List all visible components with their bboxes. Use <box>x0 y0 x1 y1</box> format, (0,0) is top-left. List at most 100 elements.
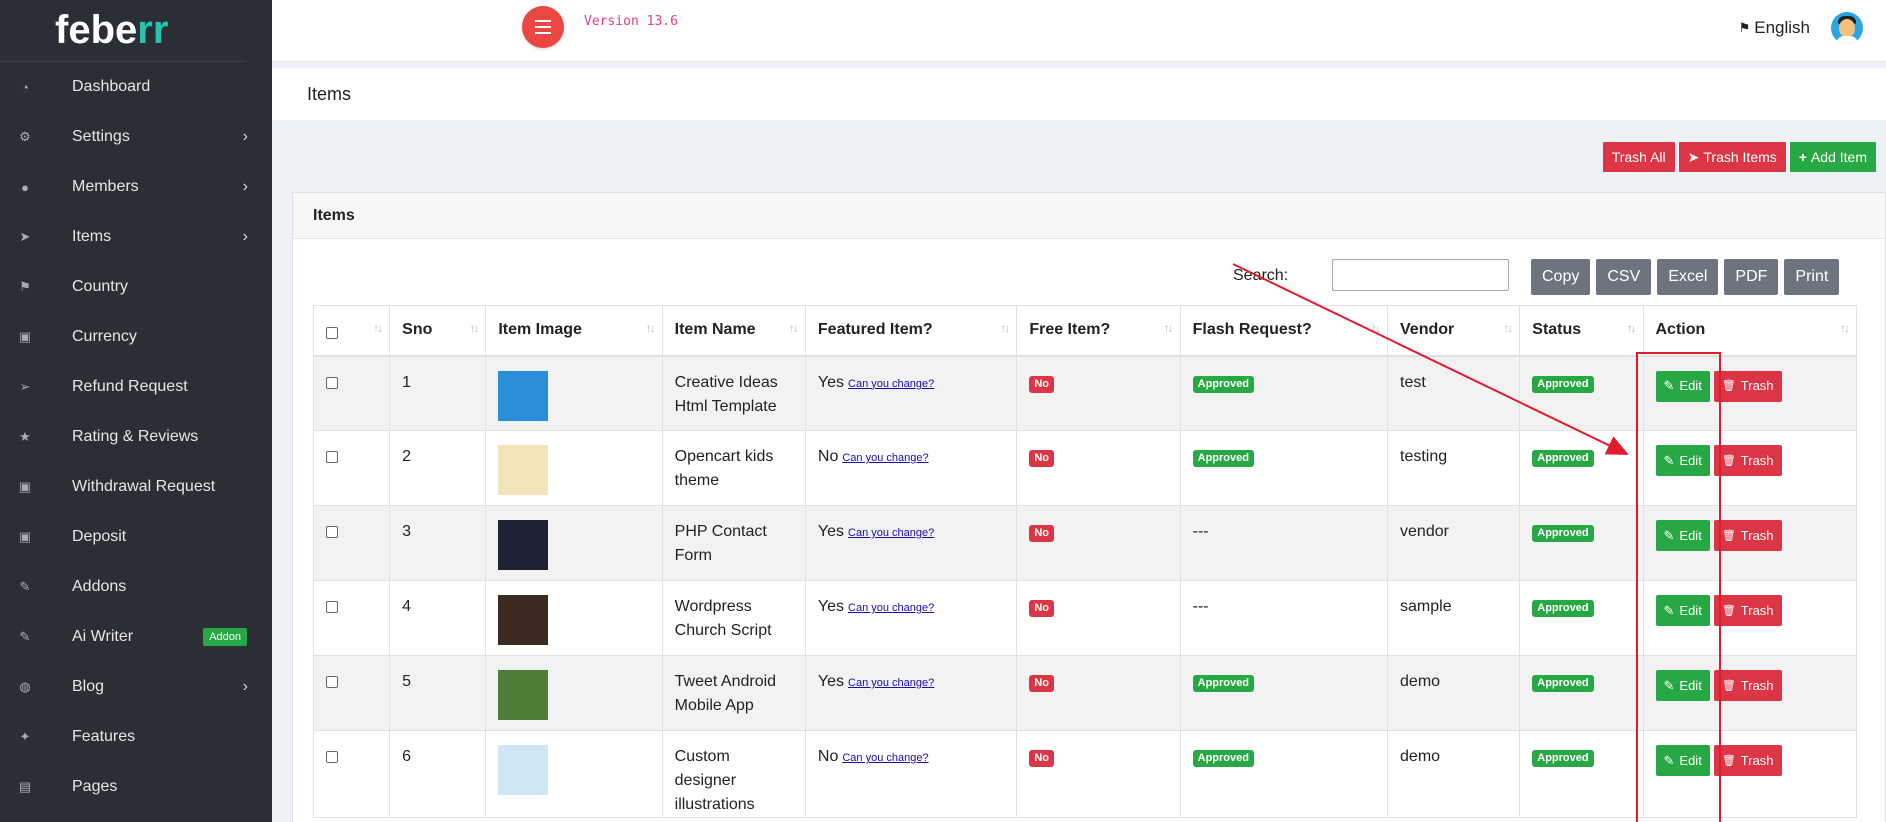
column-header-free-item[interactable]: Free Item? ↑↓ <box>1016 305 1181 357</box>
column-header-sno[interactable]: Sno ↑↓ <box>389 305 487 357</box>
item-thumbnail[interactable] <box>498 520 549 570</box>
money-icon: ▣ <box>18 479 32 494</box>
sidebar-item-items[interactable]: ➤ Items › <box>0 212 272 262</box>
gears-icon: ⚙ <box>19 129 31 144</box>
edit-icon: ✎ <box>19 629 31 644</box>
export-pdf-button[interactable]: PDF <box>1724 259 1779 295</box>
select-all-checkbox[interactable] <box>326 327 338 340</box>
trash-button[interactable]: 🗑 Trash <box>1713 670 1782 701</box>
money-icon: ▣ <box>18 529 32 544</box>
featured-value: Yes <box>817 523 845 540</box>
sidebar-item-blog[interactable]: ◍ Blog › <box>0 662 272 712</box>
flash-status-badge: Approved <box>1192 675 1254 692</box>
can-you-change-link[interactable]: Can you change? <box>842 752 928 764</box>
export-print-button[interactable]: Print <box>1784 259 1840 295</box>
trash-label: Trash <box>1740 752 1774 768</box>
row-checkbox[interactable] <box>326 751 338 763</box>
vendor-cell: test <box>1387 355 1521 431</box>
trash-button[interactable]: 🗑 Trash <box>1713 745 1782 776</box>
column-header-item-image[interactable]: Item Image ↑↓ <box>485 305 663 357</box>
status-badge: Approved <box>1532 675 1594 692</box>
sidebar-item-features[interactable]: ✦ Features <box>0 712 272 762</box>
trash-button[interactable]: 🗑 Trash <box>1713 520 1782 551</box>
trash-all-button[interactable]: Trash All <box>1602 142 1675 172</box>
sidebar-item-label: Dashboard <box>72 78 151 95</box>
trash-label: Trash <box>1740 527 1774 543</box>
item-thumbnail[interactable] <box>498 370 549 421</box>
sidebar-item-label: Items <box>72 228 112 245</box>
add-item-button[interactable]: + Add Item <box>1789 142 1876 172</box>
avatar[interactable] <box>1831 12 1863 44</box>
column-header-vendor[interactable]: Vendor ↑↓ <box>1387 305 1521 357</box>
free-item-cell: No <box>1016 655 1181 731</box>
export-csv-button[interactable]: CSV <box>1596 259 1652 295</box>
brand-logo[interactable]: febe rr <box>0 0 246 62</box>
can-you-change-link[interactable]: Can you change? <box>848 378 934 390</box>
column-header-flash-request[interactable]: Flash Request? ↑↓ <box>1179 305 1389 357</box>
column-header-item-name[interactable]: Item Name ↑↓ <box>661 305 806 357</box>
sidebar-item-ai-writer[interactable]: ✎ Ai Writer Addon <box>0 612 272 662</box>
vendor-cell: sample <box>1387 580 1521 656</box>
sort-icon: ↑↓ <box>1163 321 1174 335</box>
can-you-change-link[interactable]: Can you change? <box>848 677 934 689</box>
free-item-cell: No <box>1016 355 1181 431</box>
language-label: English <box>1754 18 1810 37</box>
row-checkbox[interactable] <box>326 451 338 463</box>
row-checkbox[interactable] <box>326 601 338 613</box>
sidebar-item-pages[interactable]: ▤ Pages <box>0 762 272 812</box>
row-select-cell <box>312 580 391 656</box>
trash-label: Trash <box>1740 602 1774 618</box>
sidebar-item-members[interactable]: ● Members › <box>0 162 272 212</box>
trash-button[interactable]: 🗑 Trash <box>1713 595 1782 626</box>
sidebar-item-deposit[interactable]: ▣ Deposit <box>0 512 272 562</box>
export-copy-button[interactable]: Copy <box>1531 259 1591 295</box>
export-buttons: Copy CSV Excel PDF Print <box>1531 259 1840 295</box>
item-image-cell <box>485 430 663 506</box>
sidebar-item-settings[interactable]: ⚙ Settings › <box>0 112 272 162</box>
trash-button[interactable]: 🗑 Trash <box>1713 370 1782 402</box>
item-thumbnail[interactable] <box>498 670 549 720</box>
row-checkbox[interactable] <box>326 526 338 538</box>
sidebar-item-currency[interactable]: ▣ Currency <box>0 312 272 362</box>
logo-text: febe <box>55 8 138 52</box>
item-thumbnail[interactable] <box>498 595 549 645</box>
sidebar-item-rating-reviews[interactable]: ★ Rating & Reviews <box>0 412 272 462</box>
logo-accent-text: rr <box>137 8 169 52</box>
can-you-change-link[interactable]: Can you change? <box>848 527 934 539</box>
star-icon: ★ <box>19 429 31 444</box>
item-name-cell: Wordpress Church Script <box>661 580 806 656</box>
row-checkbox[interactable] <box>326 676 338 688</box>
status-badge: Approved <box>1532 600 1594 617</box>
column-header-label: Flash Request? <box>1192 321 1312 339</box>
column-header-status[interactable]: Status ↑↓ <box>1519 305 1644 357</box>
item-thumbnail[interactable] <box>498 745 549 795</box>
trash-button[interactable]: 🗑 Trash <box>1713 445 1782 476</box>
table-row: 1 Creative Ideas Html Template Yes Can you … <box>312 355 1857 431</box>
row-select-cell <box>312 730 391 818</box>
column-header-featured-item[interactable]: Featured Item? ↑↓ <box>804 305 1018 357</box>
sidebar-item-addons[interactable]: ✎ Addons <box>0 562 272 612</box>
sidebar-item-country[interactable]: ⚑ Country <box>0 262 272 312</box>
table-row: 4 Wordpress Church Script Yes Can you chang… <box>312 580 1857 656</box>
sidebar-item-refund-request[interactable]: ➢ Refund Request <box>0 362 272 412</box>
sidebar-item-label: Country <box>72 278 129 295</box>
row-checkbox[interactable] <box>326 376 338 389</box>
language-selector[interactable]: ⚑ English <box>1739 18 1810 38</box>
select-all-header[interactable]: ↑↓ <box>312 305 391 357</box>
export-excel-button[interactable]: Excel <box>1657 259 1719 295</box>
menu-toggle-button[interactable] <box>522 6 564 48</box>
trash-items-button[interactable]: ➤ Trash Items <box>1678 142 1786 172</box>
item-thumbnail[interactable] <box>498 445 549 495</box>
free-item-cell: No <box>1016 505 1181 581</box>
trash-icon: 🗑 <box>1721 454 1736 467</box>
search-input[interactable] <box>1332 259 1509 291</box>
can-you-change-link[interactable]: Can you change? <box>842 452 928 464</box>
can-you-change-link[interactable]: Can you change? <box>848 602 934 614</box>
page-title: Items <box>307 84 352 104</box>
item-image-cell <box>485 730 663 818</box>
column-header-action[interactable]: Action ↑↓ <box>1642 305 1857 357</box>
sidebar-item-dashboard[interactable]: ◔ Dashboard <box>0 62 272 112</box>
item-name-cell: Opencart kids theme <box>661 430 806 506</box>
sidebar-item-withdrawal-request[interactable]: ▣ Withdrawal Request <box>0 462 272 512</box>
search-label: Search: <box>1233 267 1289 284</box>
